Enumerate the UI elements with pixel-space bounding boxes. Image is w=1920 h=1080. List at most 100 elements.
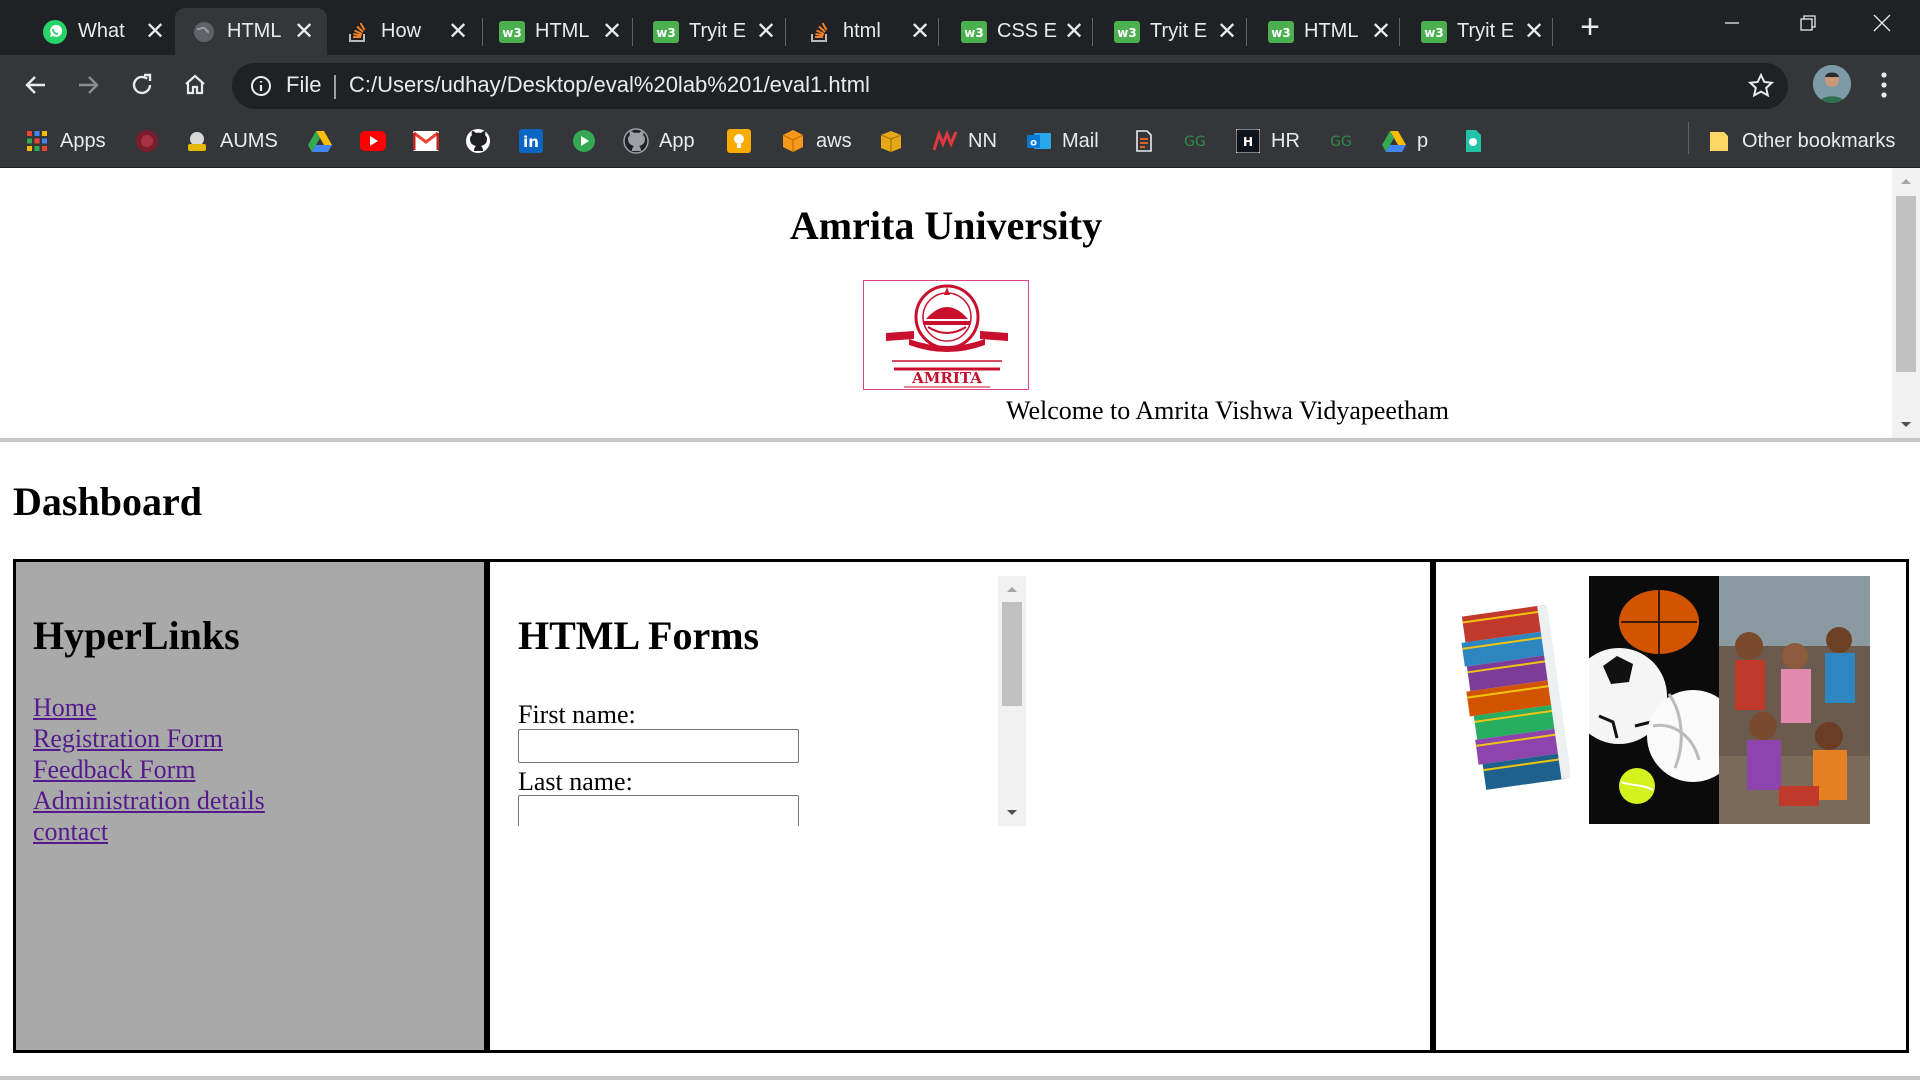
forms-heading: HTML Forms	[518, 613, 760, 658]
star-icon[interactable]	[1748, 73, 1774, 99]
scrollbar-thumb[interactable]	[1002, 602, 1022, 706]
forward-button[interactable]	[68, 65, 108, 105]
forms-scrollbar[interactable]	[998, 576, 1026, 826]
avatar[interactable]	[1813, 65, 1851, 103]
close-window-button[interactable]	[1844, 0, 1920, 46]
tab-title: html	[843, 20, 881, 42]
scroll-down-arrow-icon[interactable]	[1892, 412, 1920, 438]
bookmark-hackerearth[interactable]	[1131, 125, 1167, 157]
tab-html-3[interactable]: w3 HTML ✕	[1252, 8, 1404, 55]
close-icon[interactable]: ✕	[1216, 19, 1238, 43]
bookmark-nn[interactable]: NN	[932, 125, 997, 157]
tab-html-active[interactable]: HTML ✕	[175, 8, 327, 55]
bookmark-lightbulb[interactable]	[726, 125, 762, 157]
bookmark-label: AUMS	[220, 129, 278, 152]
tab-how[interactable]: How ✕	[329, 8, 481, 55]
package-icon	[878, 128, 904, 154]
tab-title: What	[78, 20, 125, 42]
close-icon[interactable]: ✕	[1063, 19, 1085, 43]
new-tab-button[interactable]: +	[1573, 8, 1607, 46]
bookmark-play[interactable]	[571, 125, 607, 157]
bookmark-github[interactable]	[465, 125, 501, 157]
bookmark-mail[interactable]: o Mail	[1026, 125, 1099, 157]
last-name-input[interactable]	[518, 795, 799, 826]
url-text[interactable]: C:/Users/udhay/Desktop/eval%20lab%201/ev…	[349, 72, 870, 98]
tab-tryit-3[interactable]: w3 Tryit E ✕	[1405, 8, 1557, 55]
bookmark-doc-icon	[1460, 128, 1486, 154]
close-icon[interactable]: ✕	[1523, 19, 1545, 43]
link-registration-form[interactable]: Registration Form	[33, 724, 223, 753]
close-icon[interactable]: ✕	[601, 19, 623, 43]
close-icon[interactable]: ✕	[293, 19, 315, 43]
bookmark-aums[interactable]: AUMS	[184, 125, 278, 157]
page-bottom-divider	[0, 1076, 1920, 1080]
bookmark-youtube[interactable]	[360, 125, 396, 157]
forms-frame: HTML Forms First name: Last name:	[518, 576, 1026, 826]
home-button[interactable]	[175, 65, 215, 105]
link-home[interactable]: Home	[33, 693, 97, 722]
scrollbar-thumb[interactable]	[1896, 196, 1916, 372]
home-icon	[185, 74, 205, 95]
tab-strip: What ✕ HTML ✕ How ✕ w3 HTML ✕ w3 Tryit E…	[0, 0, 1920, 55]
header-scrollbar[interactable]	[1892, 168, 1920, 438]
bookmark-gmail[interactable]	[413, 125, 449, 157]
link-administration-details[interactable]: Administration details	[33, 786, 265, 815]
close-icon[interactable]: ✕	[909, 19, 931, 43]
bookmark-drive-p[interactable]: p	[1381, 125, 1428, 157]
amrita-logo-icon	[134, 128, 160, 154]
bookmark-linkedin[interactable]: in	[518, 125, 554, 157]
more-vert-icon[interactable]	[1872, 67, 1896, 103]
close-icon[interactable]: ✕	[755, 19, 777, 43]
tab-tryit-2[interactable]: w3 Tryit E ✕	[1098, 8, 1250, 55]
hyperlinks-heading: HyperLinks	[33, 613, 240, 658]
university-title: Amrita University	[789, 203, 1103, 248]
scroll-up-arrow-icon[interactable]	[998, 576, 1026, 602]
bookmark-hr[interactable]: H HR	[1235, 125, 1300, 157]
scroll-up-arrow-icon[interactable]	[1892, 168, 1920, 194]
bookmark-gfg-1[interactable]: GG	[1182, 125, 1218, 157]
linkedin-icon: in	[518, 128, 544, 154]
minimize-button[interactable]	[1694, 0, 1770, 46]
geeksforgeeks-icon: GG	[1182, 128, 1208, 154]
welcome-text: Welcome to Amrita Vishwa Vidyapeetham	[1006, 396, 1449, 425]
bookmark-apps[interactable]: Apps	[24, 125, 106, 157]
tab-html-2[interactable]: w3 HTML ✕	[483, 8, 635, 55]
images-panel	[1433, 559, 1909, 1053]
bookmark-doc[interactable]	[1460, 125, 1496, 157]
reload-button[interactable]	[122, 65, 162, 105]
bookmark-aws[interactable]: aws	[780, 125, 852, 157]
tab-html-so[interactable]: html ✕	[791, 8, 943, 55]
address-bar[interactable]: File C:/Users/udhay/Desktop/eval%20lab%2…	[232, 63, 1788, 109]
gmail-icon	[413, 128, 439, 154]
bookmark-label: App	[659, 129, 695, 152]
link-contact[interactable]: contact	[33, 817, 108, 846]
youtube-icon	[360, 128, 386, 154]
back-button[interactable]	[16, 65, 56, 105]
tab-tryit-1[interactable]: w3 Tryit E ✕	[637, 8, 789, 55]
svg-text:GG: GG	[1184, 134, 1206, 150]
tab-css[interactable]: w3 CSS E ✕	[945, 8, 1097, 55]
bookmark-package[interactable]	[878, 125, 914, 157]
close-icon[interactable]: ✕	[1370, 19, 1392, 43]
bookmark-drive[interactable]	[307, 125, 343, 157]
w3schools-icon: w3	[1268, 19, 1294, 45]
bookmark-gfg-2[interactable]: GG	[1328, 125, 1364, 157]
link-feedback-form[interactable]: Feedback Form	[33, 755, 195, 784]
google-drive-icon	[1381, 128, 1407, 154]
last-name-label: Last name:	[518, 767, 633, 796]
restore-button[interactable]	[1770, 0, 1846, 46]
play-icon	[571, 128, 597, 154]
first-name-input[interactable]	[518, 729, 799, 763]
close-icon[interactable]: ✕	[144, 19, 166, 43]
scroll-down-arrow-icon[interactable]	[998, 800, 1026, 826]
tab-title: CSS E	[997, 20, 1058, 42]
info-icon[interactable]	[250, 75, 272, 97]
forms-panel: HTML Forms First name: Last name:	[487, 559, 1433, 1053]
bookmark-label: NN	[968, 129, 997, 152]
tab-whatsapp[interactable]: What ✕	[26, 8, 178, 55]
sports-balls-image	[1589, 576, 1719, 824]
close-icon[interactable]: ✕	[447, 19, 469, 43]
bookmark-app[interactable]: App	[623, 125, 695, 157]
other-bookmarks[interactable]: Other bookmarks	[1706, 125, 1895, 157]
bookmark-amrita[interactable]	[134, 125, 170, 157]
